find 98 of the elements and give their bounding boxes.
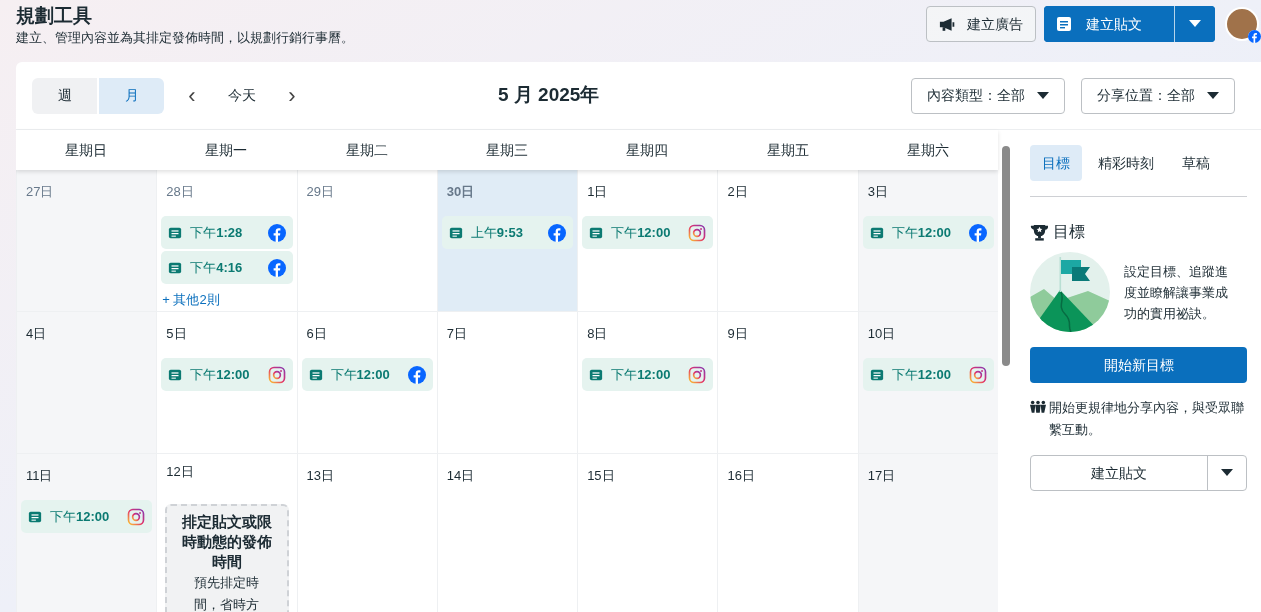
scheduled-post[interactable]: 下午1:28	[161, 216, 293, 249]
post-time: 下午12:00	[891, 365, 951, 384]
instagram-icon	[688, 365, 707, 384]
post-time: 上午9:53	[470, 223, 523, 242]
day-number: 14日	[445, 467, 476, 485]
filter-dropdown[interactable]: 分享位置：全部	[1081, 77, 1235, 114]
weekday-label: 星期日	[65, 140, 108, 160]
day-number: 17日	[866, 467, 897, 485]
caret-icon	[1221, 469, 1233, 477]
scheduled-post[interactable]: 下午12:00	[582, 358, 714, 391]
day-number: 10日	[866, 325, 897, 343]
day-number: 9日	[726, 325, 749, 343]
day-number: 11日	[25, 467, 54, 485]
caret-icon	[1037, 91, 1049, 100]
scheduled-post[interactable]: 下午12:00	[161, 358, 293, 391]
scheduled-post[interactable]: 下午12:00	[301, 358, 433, 391]
panel-tab[interactable]: 精彩時刻	[1086, 145, 1166, 181]
panel-tab[interactable]: 草稿	[1170, 145, 1222, 181]
trophy-icon	[1030, 222, 1049, 242]
day-number: 7日	[445, 325, 469, 343]
day-number: 3日	[866, 183, 889, 201]
document-icon	[869, 367, 884, 382]
goal-description: 設定目標、追蹤進度並瞭解讓事業成功的實用祕訣。	[1124, 262, 1229, 323]
document-icon	[1056, 16, 1072, 32]
section-title: 目標	[1053, 222, 1085, 242]
page-subtitle: 建立、管理內容並為其排定發佈時間，以規劃行銷行事曆。	[16, 29, 354, 47]
next-button[interactable]: ›	[282, 84, 302, 107]
create-ad-button[interactable]: 建立廣告	[926, 6, 1036, 42]
instagram-icon	[267, 365, 286, 384]
weekday-label: 星期四	[626, 140, 669, 160]
day-number: 6日	[305, 325, 328, 343]
tip-title: 排定貼文或限時動態的發佈時間	[180, 512, 273, 572]
document-icon	[168, 225, 183, 240]
facebook-icon	[267, 223, 286, 242]
today-button[interactable]: 今天	[222, 85, 262, 106]
day-number: 27日	[25, 183, 55, 201]
day-number: 15日	[586, 467, 616, 485]
day-number: 28日	[165, 183, 195, 201]
document-icon	[308, 367, 323, 382]
filter-dropdown[interactable]: 內容類型：全部	[911, 77, 1065, 114]
weekday-label: 星期二	[345, 140, 388, 160]
post-time: 下午12:00	[611, 365, 671, 384]
weekday-label: 星期三	[486, 140, 528, 160]
day-number: 1日	[586, 183, 609, 201]
start-goal-button[interactable]: 開始新目標	[1030, 347, 1247, 383]
document-icon	[168, 260, 183, 275]
tip-description: 開始更規律地分享內容，與受眾聯繫互動。	[1049, 399, 1245, 439]
more-posts-link[interactable]: + 其他2則	[161, 290, 293, 310]
day-number: 12日	[165, 463, 195, 481]
document-icon	[448, 225, 463, 240]
post-time: 下午12:00	[50, 507, 110, 526]
megaphone-icon	[939, 16, 957, 32]
day-number: 13日	[305, 467, 336, 485]
tip-text: 預先排定時間，省時方	[193, 574, 261, 612]
instagram-icon	[127, 507, 146, 526]
document-icon	[28, 509, 42, 524]
facebook-icon	[267, 258, 286, 277]
facebook-icon	[969, 223, 987, 242]
view-tab[interactable]: 週	[32, 77, 97, 114]
scheduled-post[interactable]: 下午12:00	[862, 358, 994, 391]
scheduled-post[interactable]: 下午4:16	[161, 251, 293, 284]
weekday-label: 星期六	[906, 140, 949, 160]
day-number: 5日	[165, 325, 188, 343]
facebook-icon	[548, 223, 567, 242]
scheduled-post[interactable]: 下午12:00	[862, 216, 994, 249]
previous-button[interactable]: ‹	[182, 84, 202, 107]
day-number: 8日	[586, 325, 609, 343]
weekday-label: 星期一	[205, 140, 248, 160]
document-icon	[869, 225, 884, 240]
scheduled-post[interactable]: 下午12:00	[582, 216, 714, 249]
month-title: 5 月 2025年	[498, 83, 600, 108]
post-time: 下午12:00	[330, 365, 390, 384]
post-time: 下午1:28	[190, 223, 243, 242]
page-title: 規劃工具	[16, 4, 93, 28]
document-icon	[589, 367, 604, 382]
facebook-icon	[407, 365, 426, 384]
avatar[interactable]	[1225, 7, 1259, 41]
document-icon	[168, 367, 183, 382]
day-number: 30日	[445, 183, 476, 201]
instagram-icon	[969, 365, 987, 384]
caret-icon	[1189, 20, 1201, 28]
instagram-icon	[688, 223, 707, 242]
post-time: 下午4:16	[190, 258, 243, 277]
weekday-label: 星期五	[766, 140, 809, 160]
view-tab[interactable]: 月	[99, 77, 164, 114]
day-number: 29日	[305, 183, 336, 201]
day-number: 2日	[726, 183, 749, 201]
document-icon	[589, 225, 604, 240]
scheduled-post[interactable]: 下午12:00	[21, 500, 153, 533]
post-time: 下午12:00	[611, 223, 671, 242]
scheduled-post[interactable]: 上午9:53	[441, 216, 574, 249]
caret-icon	[1207, 91, 1219, 100]
day-number: 4日	[25, 325, 48, 343]
day-number: 16日	[726, 467, 756, 485]
post-time: 下午12:00	[891, 223, 951, 242]
post-time: 下午12:00	[190, 365, 250, 384]
panel-tab[interactable]: 目標	[1030, 145, 1082, 181]
facebook-icon	[1248, 30, 1261, 43]
